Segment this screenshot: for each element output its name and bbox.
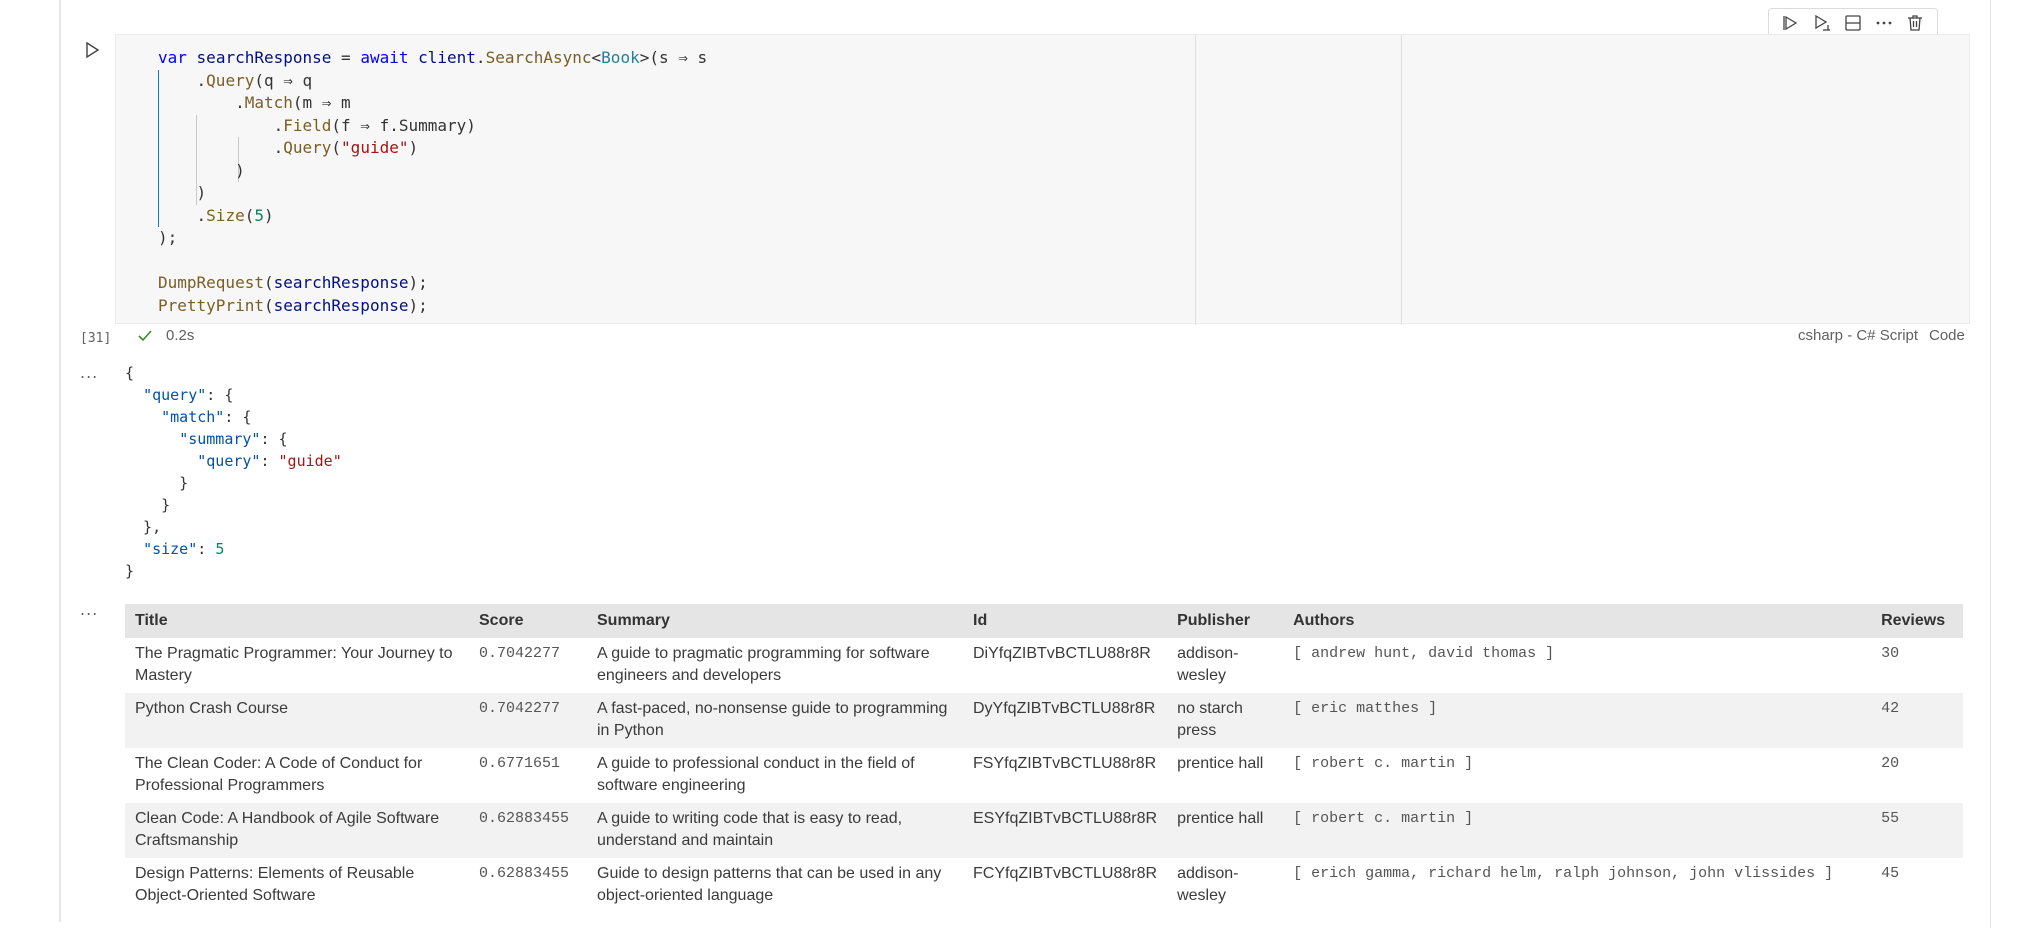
split-cell-button[interactable] — [1841, 11, 1865, 35]
code-editor[interactable]: var searchResponse = await client.Search… — [115, 34, 1970, 325]
cell-kind-picker[interactable]: Code — [1929, 327, 1965, 344]
output-actions-button[interactable]: ... — [80, 363, 98, 382]
cell-id: ESYfqZIBTvBCTLU88r8R — [963, 803, 1168, 858]
run-above-icon — [1782, 15, 1797, 31]
json-line: "size": 5 — [143, 540, 225, 558]
run-cell-button[interactable] — [82, 40, 104, 62]
cell-id: FCYfqZIBTvBCTLU88r8R — [963, 858, 1168, 913]
cell-title: Python Crash Course — [125, 693, 469, 748]
table-row: The Pragmatic Programmer: Your Journey t… — [125, 638, 1963, 693]
notebook-right-rule — [1990, 0, 1991, 928]
code-line: .Field(f ⇒ f.Summary) — [158, 115, 476, 135]
execute-above-cells-button[interactable] — [1779, 11, 1803, 35]
cell-authors: [ robert c. martin ] — [1283, 803, 1872, 858]
cell-reviews: 45 — [1871, 858, 1963, 913]
execution-time: 0.2s — [166, 327, 195, 344]
cell-score: 0.62883455 — [469, 858, 587, 913]
delete-cell-button[interactable] — [1903, 11, 1927, 35]
cell-id: DiYfqZIBTvBCTLU88r8R — [963, 638, 1168, 693]
results-table: Title Score Summary Id Publisher Authors… — [125, 604, 1963, 913]
editor-ruler — [1401, 35, 1402, 325]
json-line: } — [125, 474, 189, 492]
cell-id: FSYfqZIBTvBCTLU88r8R — [963, 748, 1168, 803]
play-icon — [86, 41, 100, 59]
ellipsis-icon — [1876, 21, 1892, 25]
column-header-summary: Summary — [587, 604, 963, 638]
cell-score: 0.62883455 — [469, 803, 587, 858]
table-row: Clean Code: A Handbook of Agile Software… — [125, 803, 1963, 858]
cell-publisher: no starch press — [1167, 693, 1284, 748]
column-header-authors: Authors — [1283, 604, 1872, 638]
code-line: var searchResponse = await client.Search… — [158, 48, 708, 67]
cell-summary: Guide to design patterns that can be use… — [587, 858, 963, 913]
code-line: .Query("guide") — [158, 138, 419, 157]
execute-cell-and-below-button[interactable] — [1810, 11, 1834, 35]
language-picker[interactable]: csharp - C# Script — [1798, 327, 1918, 344]
cell-authors: [ robert c. martin ] — [1283, 748, 1872, 803]
table-row: The Clean Coder: A Code of Conduct for P… — [125, 748, 1963, 803]
run-below-icon — [1815, 14, 1830, 31]
trash-icon — [1908, 15, 1923, 31]
cell-summary: A guide to writing code that is easy to … — [587, 803, 963, 858]
code-line: .Query(q ⇒ q — [158, 70, 313, 90]
json-line: } — [125, 496, 171, 514]
table-header-row: Title Score Summary Id Publisher Authors… — [125, 604, 1963, 638]
cell-reviews: 20 — [1871, 748, 1963, 803]
json-line: "query": "guide" — [197, 452, 342, 470]
code-line: DumpRequest(searchResponse); — [158, 273, 428, 292]
cell-reviews: 55 — [1871, 803, 1963, 858]
cell-title: The Clean Coder: A Code of Conduct for P… — [125, 748, 469, 803]
cell-publisher: prentice hall — [1167, 748, 1284, 803]
split-icon — [1845, 15, 1861, 31]
json-line: } — [125, 562, 135, 580]
cell-title: The Pragmatic Programmer: Your Journey t… — [125, 638, 469, 693]
cell-authors: [ erich gamma, richard helm, ralph johns… — [1283, 858, 1872, 913]
column-header-id: Id — [963, 604, 1168, 638]
execution-count: [31] — [80, 331, 112, 346]
cell-id: DyYfqZIBTvBCTLU88r8R — [963, 693, 1168, 748]
cell-summary: A guide to professional conduct in the f… — [587, 748, 963, 803]
editor-ruler — [1195, 35, 1196, 325]
cell-publisher: prentice hall — [1167, 803, 1284, 858]
json-line: "query": { — [143, 386, 234, 404]
code-content[interactable]: var searchResponse = await client.Search… — [158, 47, 707, 317]
output-actions-button[interactable]: ... — [80, 600, 98, 619]
cell-focus-rule — [59, 0, 61, 922]
code-line: ); — [158, 228, 178, 247]
cell-title: Clean Code: A Handbook of Agile Software… — [125, 803, 469, 858]
cell-score: 0.7042277 — [469, 693, 587, 748]
code-line: .Match(m ⇒ m — [158, 93, 351, 112]
cell-score: 0.7042277 — [469, 638, 587, 693]
column-header-publisher: Publisher — [1167, 604, 1284, 638]
cell-authors: [ eric matthes ] — [1283, 693, 1872, 748]
cell-reviews: 30 — [1871, 638, 1963, 693]
cell-title: Design Patterns: Elements of Reusable Ob… — [125, 858, 469, 913]
cell-publisher: addison-wesley — [1167, 638, 1284, 693]
table-row: Design Patterns: Elements of Reusable Ob… — [125, 858, 1963, 913]
cell-authors: [ andrew hunt, david thomas ] — [1283, 638, 1872, 693]
json-line: }, — [125, 518, 162, 536]
column-header-reviews: Reviews — [1871, 604, 1963, 638]
code-line: ) — [158, 183, 207, 202]
code-line: PrettyPrint(searchResponse); — [158, 295, 428, 315]
cell-publisher: addison-wesley — [1167, 858, 1284, 913]
cell-reviews: 42 — [1871, 693, 1963, 748]
code-line: .Size(5) — [158, 205, 274, 225]
column-header-title: Title — [125, 604, 469, 638]
table-row: Python Crash Course 0.7042277 A fast-paced… — [125, 693, 1963, 748]
cell-summary: A guide to pragmatic programming for sof… — [587, 638, 963, 693]
json-line: "match": { — [161, 408, 252, 426]
json-output: { "query": { "match": { "summary": { "qu… — [125, 362, 342, 582]
json-line: { — [125, 364, 135, 382]
cell-summary: A fast-paced, no-nonsense guide to progr… — [587, 693, 963, 748]
column-header-score: Score — [469, 604, 587, 638]
more-actions-button[interactable] — [1872, 11, 1896, 35]
check-icon — [138, 330, 152, 342]
cell-score: 0.6771651 — [469, 748, 587, 803]
code-line: ) — [158, 160, 245, 180]
json-line: "summary": { — [179, 430, 288, 448]
